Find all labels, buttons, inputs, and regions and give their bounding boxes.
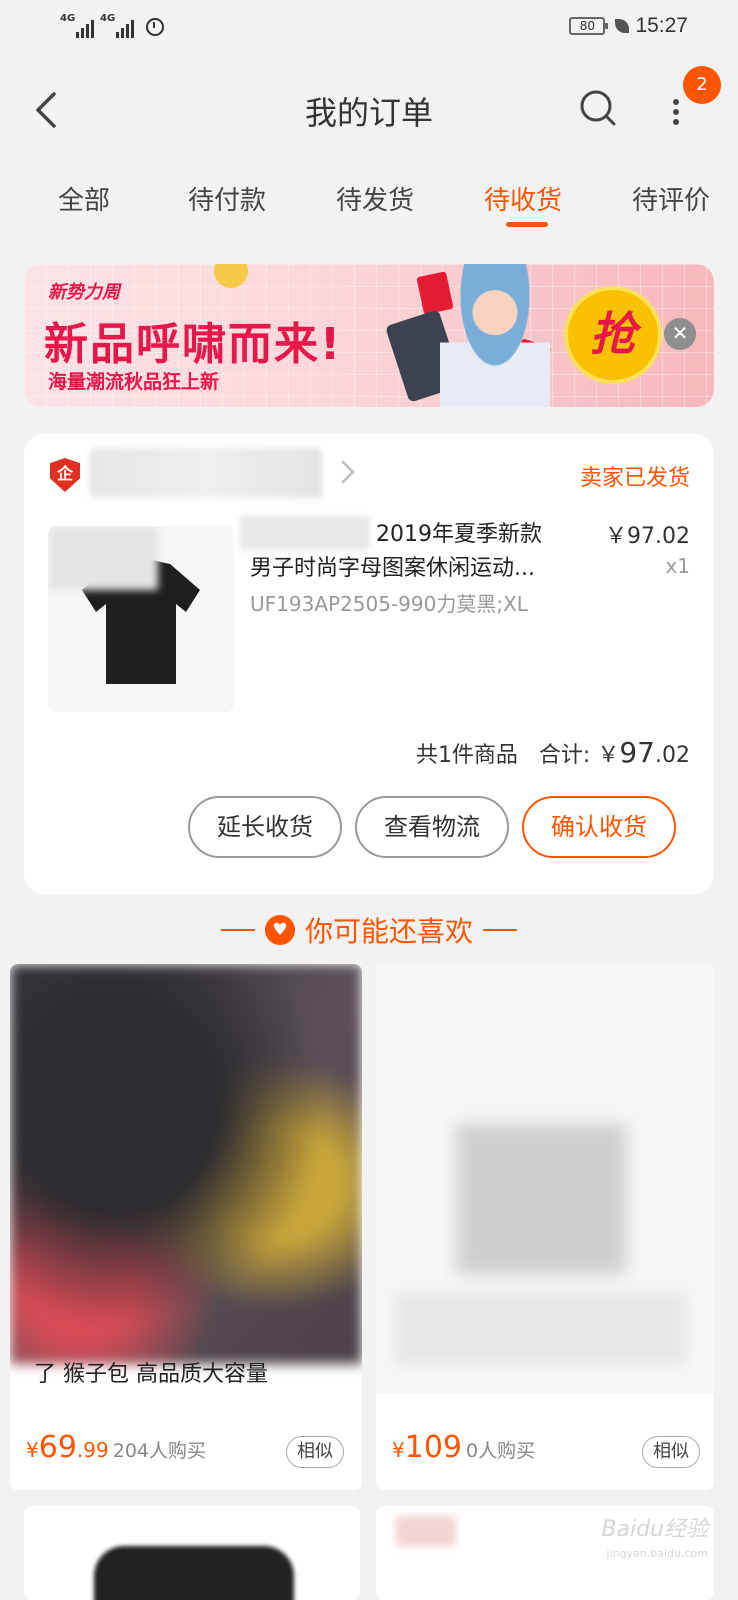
status-bar: 4G 4G 80 15:27 xyxy=(0,0,738,60)
power-saving-icon xyxy=(615,19,630,33)
clock: 15:27 xyxy=(635,14,688,37)
watermark-text: Baidu经验 xyxy=(601,1517,708,1542)
recommend-price: ¥69.99 204人购买 xyxy=(26,1430,206,1465)
product-title[interactable]: 2019年夏季新款 男子时尚字母图案休闲运动... xyxy=(250,518,570,586)
banner-subtitle: 海量潮流秋品狂上新 xyxy=(48,371,220,393)
banner-tag: 新势力周 xyxy=(48,282,120,303)
total-dec: .02 xyxy=(655,743,690,768)
banner-close-icon[interactable]: ✕ xyxy=(664,318,696,350)
extend-receipt-button[interactable]: 延长收货 xyxy=(188,796,342,858)
total-int: 97 xyxy=(619,736,655,769)
product-image[interactable] xyxy=(48,526,234,712)
product-quantity: x1 xyxy=(665,554,690,578)
recommend-card[interactable] xyxy=(24,1506,360,1600)
recommend-image[interactable] xyxy=(376,964,714,1394)
search-icon[interactable] xyxy=(578,86,618,130)
shop-name-redacted[interactable] xyxy=(90,448,322,498)
divider-left xyxy=(220,929,255,931)
signal-icon-2: 4G xyxy=(100,14,134,38)
confirm-receipt-button[interactable]: 确认收货 xyxy=(522,796,676,858)
product-price: ￥97.02 xyxy=(605,524,690,549)
active-tab-indicator xyxy=(506,222,548,227)
promo-banner[interactable]: 新势力周 新品呼啸而来! 海量潮流秋品狂上新 抢 ✕ xyxy=(24,264,714,407)
tab-all[interactable]: 全部 xyxy=(58,180,110,217)
product-title-line2: 男子时尚字母图案休闲运动... xyxy=(250,556,535,581)
order-status: 卖家已发货 xyxy=(579,466,690,491)
recommend-card[interactable]: ¥109 0人购买 相似 xyxy=(376,964,714,1490)
recommend-title: 了 猴子包 高品质大容量 xyxy=(34,1362,268,1387)
model-image xyxy=(440,264,550,407)
battery-icon: 80 xyxy=(569,17,609,35)
item-count: 共1件商品 xyxy=(415,743,518,768)
recommend-card[interactable]: 了 猴子包 高品质大容量 ¥69.99 204人购买 相似 xyxy=(10,964,362,1490)
product-sku: UF193AP2505-990力莫黑;XL xyxy=(250,592,528,616)
order-tabs: 全部 待付款 待发货 待收货 待评价 xyxy=(0,170,738,230)
header: 我的订单 2 xyxy=(0,60,738,156)
order-card[interactable]: 企 卖家已发货 2019年夏季新款 男子时尚字母图案休闲运动... UF193A… xyxy=(24,434,714,894)
heart-icon: ♥ xyxy=(264,915,295,945)
grab-button[interactable]: 抢 xyxy=(564,286,662,384)
watermark: Baidu经验 jingyan.baidu.com xyxy=(601,1518,708,1566)
network-type-label: 4G xyxy=(60,13,76,24)
tab-pending-shipment[interactable]: 待发货 xyxy=(336,180,414,217)
total-currency: ￥ xyxy=(597,743,620,768)
similar-button[interactable]: 相似 xyxy=(642,1436,700,1468)
recommend-price: ¥109 0人购买 xyxy=(392,1430,536,1465)
buyer-count: 0人购买 xyxy=(466,1440,536,1462)
page-title: 我的订单 xyxy=(304,94,433,132)
order-summary: 共1件商品 合计: ￥97.02 xyxy=(416,736,690,769)
buyer-count: 204人购买 xyxy=(112,1440,206,1462)
banner-title: 新品呼啸而来! xyxy=(44,319,343,370)
recommend-image[interactable] xyxy=(396,1516,456,1546)
total-label: 合计: xyxy=(538,743,591,768)
alarm-icon xyxy=(146,18,164,36)
tab-pending-review[interactable]: 待评价 xyxy=(632,180,710,217)
view-logistics-button[interactable]: 查看物流 xyxy=(355,796,509,858)
chevron-right-icon[interactable] xyxy=(338,454,358,490)
signal-icon: 4G xyxy=(60,14,94,38)
divider-right xyxy=(483,929,517,931)
recommend-image[interactable] xyxy=(94,1546,294,1600)
recommend-heading: ♥ 你可能还喜欢 xyxy=(0,910,738,960)
product-title-line1: 2019年夏季新款 xyxy=(376,522,542,547)
recommend-image[interactable] xyxy=(10,964,362,1364)
tab-pending-receipt[interactable]: 待收货 xyxy=(484,180,562,217)
notification-badge: 2 xyxy=(683,66,721,104)
similar-button[interactable]: 相似 xyxy=(286,1436,344,1468)
shop-badge-icon: 企 xyxy=(50,458,80,492)
recommend-title: 你可能还喜欢 xyxy=(304,915,473,948)
watermark-sub: jingyan.baidu.com xyxy=(606,1547,708,1560)
tab-pending-payment[interactable]: 待付款 xyxy=(188,180,266,217)
network-type-label-2: 4G xyxy=(100,13,116,24)
